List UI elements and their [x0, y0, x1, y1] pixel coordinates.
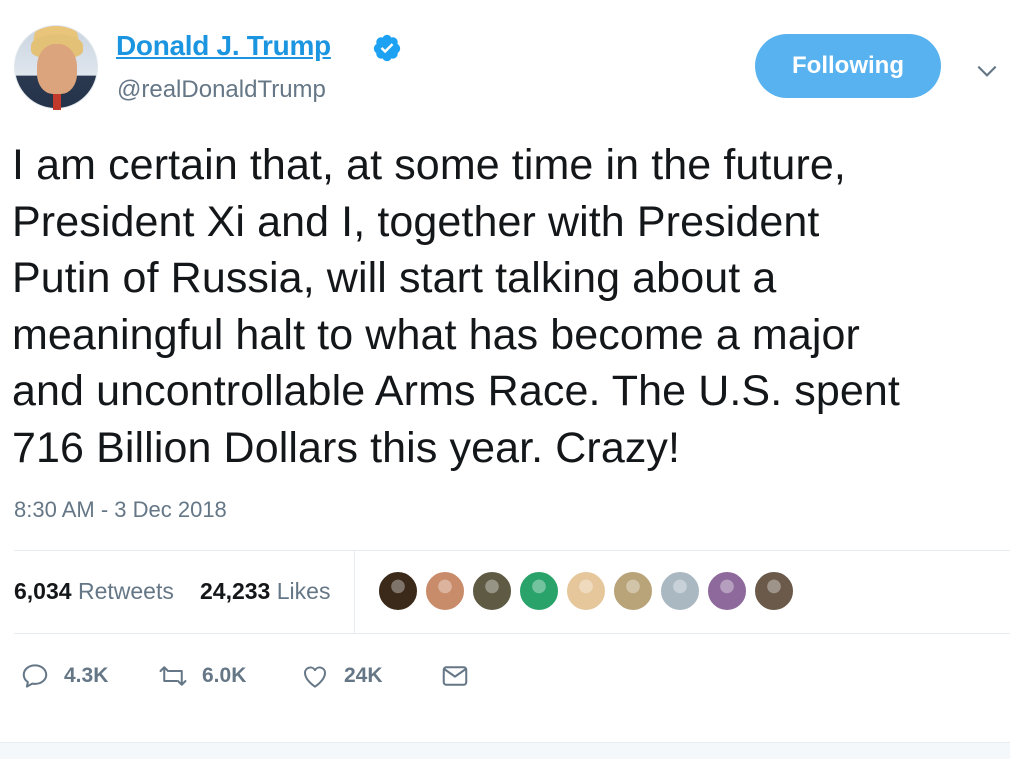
- author-handle[interactable]: @realDonaldTrump: [117, 76, 326, 104]
- retweet-count: 6.0K: [202, 664, 247, 687]
- avatar-face: [37, 44, 77, 94]
- like-count: 24K: [344, 664, 383, 687]
- likes-label: Likes: [276, 578, 331, 604]
- author-name[interactable]: Donald J. Trump: [116, 30, 331, 62]
- liker-avatar[interactable]: [377, 570, 419, 612]
- liker-avatar[interactable]: [753, 570, 795, 612]
- reply-icon: [22, 664, 48, 688]
- retweet-icon: [159, 666, 187, 686]
- reply-count: 4.3K: [64, 664, 109, 687]
- likes-stat[interactable]: 24,233 Likes: [200, 578, 330, 605]
- envelope-icon: [442, 666, 468, 686]
- author-avatar[interactable]: [14, 25, 98, 110]
- divider: [14, 633, 1010, 634]
- retweets-label: Retweets: [77, 578, 174, 604]
- liker-avatar[interactable]: [612, 570, 654, 612]
- bottom-separator: [0, 742, 1010, 759]
- retweet-button[interactable]: 6.0K: [158, 658, 246, 694]
- stats-separator: [354, 551, 355, 633]
- liker-avatar[interactable]: [471, 570, 513, 612]
- retweets-stat[interactable]: 6,034 Retweets: [14, 578, 174, 605]
- retweets-count: 6,034: [14, 578, 72, 604]
- verified-badge-icon: [373, 34, 401, 62]
- chevron-down-icon[interactable]: [974, 58, 1000, 84]
- reply-button[interactable]: 4.3K: [20, 658, 108, 694]
- liker-avatar[interactable]: [424, 570, 466, 612]
- tweet-text: I am certain that, at some time in the f…: [12, 141, 900, 472]
- likes-count: 24,233: [200, 578, 271, 604]
- liker-avatar[interactable]: [659, 570, 701, 612]
- following-button[interactable]: Following: [755, 34, 941, 98]
- like-button[interactable]: 24K: [300, 658, 383, 694]
- divider: [14, 550, 1010, 551]
- avatar-tie: [53, 94, 61, 110]
- heart-icon: [303, 666, 327, 688]
- liker-avatar[interactable]: [565, 570, 607, 612]
- tweet-timestamp[interactable]: 8:30 AM - 3 Dec 2018: [14, 497, 227, 523]
- liker-avatar[interactable]: [518, 570, 560, 612]
- liker-avatar[interactable]: [706, 570, 748, 612]
- direct-message-button[interactable]: [440, 658, 470, 694]
